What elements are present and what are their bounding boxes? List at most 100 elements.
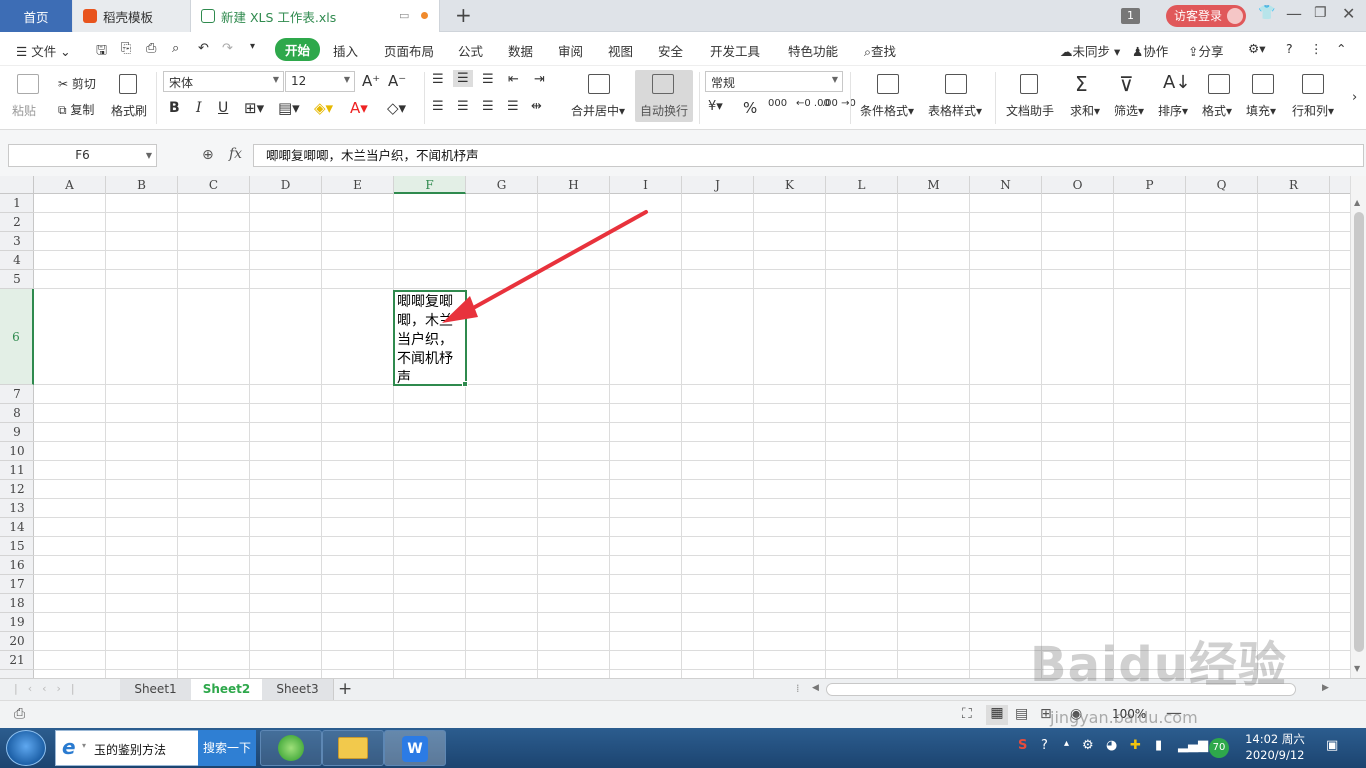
increase-indent-icon[interactable]: ⇥ — [534, 72, 545, 87]
ribbon-scroll-right-icon[interactable]: › — [1352, 90, 1357, 105]
distributed-icon[interactable]: ⇹ — [531, 99, 542, 114]
taskbar-app-360[interactable] — [260, 730, 322, 766]
tab-data[interactable]: 数据 — [508, 41, 533, 60]
tab-window-icon[interactable]: ▭ — [399, 9, 409, 22]
split-handle-icon[interactable]: ⁞ — [796, 682, 800, 695]
table-style-button[interactable]: 表格样式▾ — [928, 102, 982, 119]
copy-button[interactable]: ⧉ 复制 — [58, 101, 94, 118]
spreadsheet-grid[interactable]: ABCDEFGHIJKLMNOPQR 1 2 3 4 5 6 7 8 9 10 11 12 13 14 15… — [0, 176, 1350, 678]
tab-security[interactable]: 安全 — [658, 41, 683, 60]
find-button[interactable]: ⌕查找 — [864, 41, 896, 60]
notification-icon[interactable]: ▣ — [1326, 738, 1338, 753]
font-name-select[interactable]: 宋体 ▼ — [163, 71, 284, 92]
search-submit-button[interactable]: 搜索一下 — [198, 730, 256, 766]
justify-icon[interactable]: ☰ — [507, 99, 519, 114]
fx-icon[interactable]: fx — [229, 146, 242, 162]
wrap-text-button[interactable]: 自动换行 — [635, 70, 693, 122]
status-macro-icon[interactable]: ⎙ — [14, 706, 25, 722]
restore-icon[interactable]: ❐ — [1314, 5, 1327, 21]
tray-expand-icon[interactable]: ▴ — [1064, 738, 1069, 749]
currency-icon[interactable]: ¥▾ — [708, 99, 723, 114]
export-pdf-icon[interactable]: ⎘ — [121, 41, 131, 56]
thousands-icon[interactable]: 000 — [768, 98, 787, 109]
start-button[interactable] — [6, 730, 46, 766]
tray-score-badge[interactable]: 70 — [1209, 738, 1229, 758]
taskbar-app-wps[interactable]: W — [384, 730, 446, 766]
borders-icon[interactable]: ⊞▾ — [244, 99, 264, 117]
tab-home[interactable]: 首页 — [0, 0, 72, 32]
tab-spreadsheet-file[interactable]: 新建 XLS 工作表.xls ▭ — [190, 0, 440, 32]
skin-icon[interactable]: 👕 — [1258, 5, 1275, 21]
underline-icon[interactable]: U — [218, 100, 228, 116]
tab-view[interactable]: 视图 — [608, 41, 633, 60]
tray-help-icon[interactable]: ? — [1041, 738, 1048, 753]
print-icon[interactable]: ⎙ — [146, 41, 156, 56]
tab-special[interactable]: 特色功能 — [788, 41, 838, 60]
close-icon[interactable]: ✕ — [1342, 4, 1355, 23]
system-clock[interactable]: 14:02 周六 2020/9/12 — [1240, 731, 1310, 763]
font-color-icon[interactable]: A▾ — [350, 99, 368, 117]
sogou-input-icon[interactable]: S — [1018, 738, 1027, 753]
sync-button[interactable]: ☁未同步 ▾ — [1060, 41, 1120, 60]
fill-button[interactable]: 填充▾ — [1246, 102, 1276, 119]
align-middle-icon[interactable]: ☰ — [453, 70, 473, 87]
tab-page-layout[interactable]: 页面布局 — [384, 41, 434, 60]
format-painter-button[interactable]: 格式刷 — [111, 102, 147, 119]
taskbar-app-explorer[interactable] — [322, 730, 384, 766]
rows-columns-button[interactable]: 行和列▾ — [1292, 102, 1334, 119]
bold-icon[interactable]: B — [169, 100, 180, 116]
doc-helper-button[interactable]: 文档助手 — [1006, 102, 1054, 119]
save-icon[interactable]: 🖫 — [96, 41, 107, 63]
fullscreen-icon[interactable]: ⛶ — [962, 706, 972, 722]
page-break-view-icon[interactable]: ▤ — [1015, 706, 1028, 722]
vertical-scroll-thumb[interactable] — [1354, 212, 1364, 652]
zoom-formula-icon[interactable]: ⊕ — [202, 147, 214, 163]
scroll-left-icon[interactable]: ◀ — [812, 683, 819, 693]
formula-input[interactable]: 唧唧复唧唧，木兰当户织，不闻机杼声 — [253, 144, 1364, 167]
cut-button[interactable]: ✂ 剪切 — [58, 75, 96, 92]
sheet-nav-icons[interactable]: |‹‹›| — [14, 682, 85, 695]
percent-icon[interactable]: % — [743, 99, 757, 117]
clear-format-icon[interactable]: ◇▾ — [387, 99, 406, 117]
paste-button[interactable]: 粘贴 — [12, 102, 36, 119]
help-icon[interactable]: ? — [1286, 41, 1293, 56]
merge-center-button[interactable]: 合并居中▾ — [571, 102, 625, 119]
scroll-up-icon[interactable]: ▲ — [1354, 198, 1360, 207]
font-size-select[interactable]: 12 ▼ — [285, 71, 355, 92]
share-button[interactable]: ⇪分享 — [1188, 41, 1224, 60]
collab-button[interactable]: ♟协作 — [1132, 41, 1168, 60]
collapse-ribbon-icon[interactable]: ⌃ — [1336, 41, 1346, 56]
tab-start[interactable]: 开始 — [275, 38, 321, 61]
sort-button[interactable]: 排序▾ — [1158, 102, 1188, 119]
decrease-indent-icon[interactable]: ⇤ — [508, 72, 519, 87]
name-box[interactable]: F6 ▼ — [8, 144, 157, 167]
sum-button[interactable]: 求和▾ — [1070, 102, 1100, 119]
quick-access-dropdown-icon[interactable]: ▾ — [250, 41, 255, 52]
more-options-icon[interactable]: ⋮ — [1310, 41, 1323, 56]
cell-style-icon[interactable]: ▤▾ — [278, 99, 300, 117]
tray-device-icon[interactable]: ▮ — [1155, 738, 1162, 753]
tab-formula[interactable]: 公式 — [458, 41, 483, 60]
conditional-format-button[interactable]: 条件格式▾ — [860, 102, 914, 119]
new-tab-plus-icon[interactable]: + — [455, 3, 472, 27]
tab-insert[interactable]: 插入 — [333, 41, 358, 60]
sheet-tab-sheet1[interactable]: Sheet1 — [120, 679, 192, 700]
filter-button[interactable]: 筛选▾ — [1114, 102, 1144, 119]
align-left-icon[interactable]: ☰ — [432, 99, 444, 114]
align-center-icon[interactable]: ☰ — [457, 99, 469, 114]
minimize-icon[interactable]: — — [1286, 4, 1302, 23]
undo-icon[interactable]: ↶ — [198, 41, 209, 56]
tab-review[interactable]: 审阅 — [558, 41, 583, 60]
sheet-tab-sheet3[interactable]: Sheet3 — [262, 679, 334, 700]
tray-chrome-icon[interactable]: ◕ — [1106, 738, 1117, 753]
print-preview-icon[interactable]: ⌕ — [172, 41, 179, 56]
tab-template[interactable]: 稻壳模板 — [73, 0, 190, 32]
network-icon[interactable]: ▂▄▆ — [1178, 738, 1208, 753]
guest-login-button[interactable]: 访客登录 — [1166, 5, 1246, 27]
align-right-icon[interactable]: ☰ — [482, 99, 494, 114]
align-bottom-icon[interactable]: ☰ — [482, 72, 494, 87]
fill-color-icon[interactable]: ◈▾ — [314, 99, 333, 117]
redo-icon[interactable]: ↷ — [222, 41, 233, 56]
tray-shield-icon[interactable]: ✚ — [1130, 738, 1141, 753]
paste-icon[interactable] — [17, 74, 39, 94]
